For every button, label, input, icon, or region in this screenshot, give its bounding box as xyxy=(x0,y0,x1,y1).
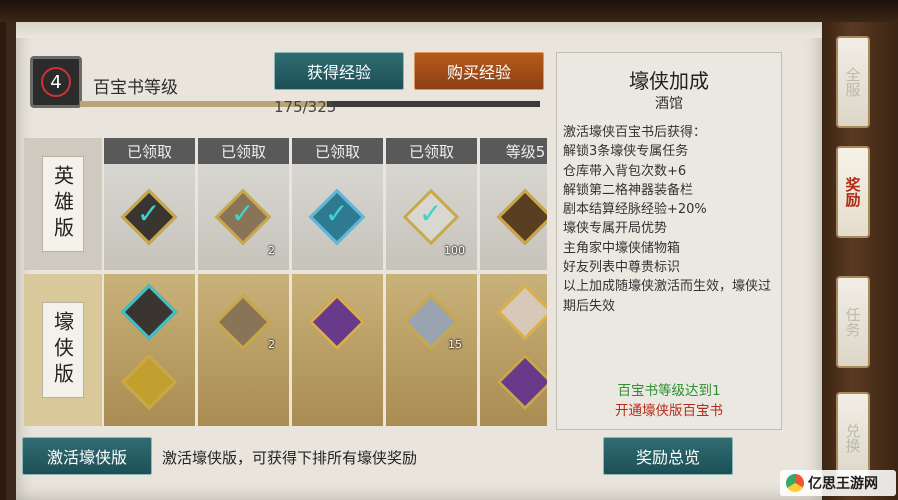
activate-hint: 激活壕侠版，可获得下排所有壕侠奖励 xyxy=(162,449,418,467)
panel-description: 激活壕侠百宝书后获得： 解锁3条壕侠专属任务 仓库带入背包次数+6 解锁第二格神… xyxy=(563,125,772,314)
check-icon: ✓ xyxy=(325,197,349,230)
column-header: 已领取 xyxy=(292,138,383,164)
reward-column: 已领取 ✓ 100 xyxy=(386,138,477,270)
check-icon: ✓ xyxy=(419,197,443,230)
level-label: 百宝书等级 xyxy=(93,78,178,98)
item-quantity: 15 xyxy=(448,338,462,351)
tycoon-bonus-panel: 壕侠加成 酒馆 激活壕侠百宝书后获得： 解锁3条壕侠专属任务 仓库带入背包次数+… xyxy=(556,52,782,430)
site-watermark: 亿思王游网 xyxy=(780,470,896,496)
reward-column: 已领取 ✓ xyxy=(292,138,383,270)
unlock-note: 开通壕侠版百宝书 xyxy=(615,403,723,419)
scroll-item-icon xyxy=(214,293,272,351)
tycoon-row-label: 壕侠版 xyxy=(24,274,102,426)
check-icon: ✓ xyxy=(137,197,161,230)
column-header: 等级5 xyxy=(480,138,547,164)
purple-chest-item-icon xyxy=(308,293,366,351)
check-icon: ✓ xyxy=(231,197,255,230)
hero-reward-cell[interactable]: ✓ xyxy=(104,164,195,270)
top-bar xyxy=(0,0,898,22)
panel-title: 壕侠加成 xyxy=(629,69,709,93)
hero-row-scroll: 英雄版 xyxy=(42,156,84,252)
reward-column: 等级5 xyxy=(480,138,547,270)
column-header: 已领取 xyxy=(386,138,477,164)
hero-reward-cell[interactable] xyxy=(480,164,547,270)
watermark-logo-icon xyxy=(786,474,804,492)
item-quantity: 2 xyxy=(268,244,275,257)
purple-chest-item-icon xyxy=(496,353,547,411)
gold-box-item-icon xyxy=(120,353,178,411)
activate-tycoon-button[interactable]: 激活壕侠版 xyxy=(22,437,152,475)
hero-reward-cell[interactable]: ✓ xyxy=(292,164,383,270)
panel-subtitle: 酒馆 xyxy=(655,96,683,112)
reward-column: 已领取 ✓ 2 xyxy=(198,138,289,270)
gain-exp-button[interactable]: 获得经验 xyxy=(274,52,404,90)
level-condition: 百宝书等级达到1 xyxy=(617,383,721,399)
hero-row-label: 英雄版 xyxy=(24,138,102,270)
tycoon-reward-cell[interactable]: 2 xyxy=(198,274,289,426)
medallion-item-icon xyxy=(120,283,178,341)
tycoon-reward-cell[interactable] xyxy=(480,274,547,426)
column-header: 已领取 xyxy=(104,138,195,164)
item-quantity: 2 xyxy=(268,338,275,351)
exp-progress-text: 175/325 xyxy=(274,98,337,116)
tab-server[interactable]: 全服 xyxy=(836,36,870,128)
reward-overview-button[interactable]: 奖励总览 xyxy=(603,437,733,475)
tycoon-reward-cell[interactable] xyxy=(292,274,383,426)
character-portrait-icon xyxy=(496,283,547,341)
level-book-icon: 4 xyxy=(30,56,82,108)
reward-column: 已领取 ✓ xyxy=(104,138,195,270)
tab-tasks[interactable]: 任务 xyxy=(836,276,870,368)
column-header: 已领取 xyxy=(198,138,289,164)
level-number: 4 xyxy=(41,67,71,97)
tycoon-row-scroll: 壕侠版 xyxy=(42,302,84,398)
hero-reward-cell[interactable]: ✓ 2 xyxy=(198,164,289,270)
item-quantity: 100 xyxy=(444,244,465,257)
tycoon-reward-cell[interactable] xyxy=(104,274,195,426)
watermark-text: 亿思王游网 xyxy=(808,476,878,492)
hero-reward-cell[interactable]: ✓ 100 xyxy=(386,164,477,270)
tab-rewards[interactable]: 奖励 xyxy=(836,146,870,238)
tycoon-reward-cell[interactable]: 15 xyxy=(386,274,477,426)
wooden-chest-item-icon xyxy=(496,188,547,246)
reward-grid: 英雄版 壕侠版 已领取 ✓ 已领取 ✓ 2 2 已领取 ✓ 已领取 ✓ 100 … xyxy=(24,138,547,426)
buy-exp-button[interactable]: 购买经验 xyxy=(414,52,544,90)
